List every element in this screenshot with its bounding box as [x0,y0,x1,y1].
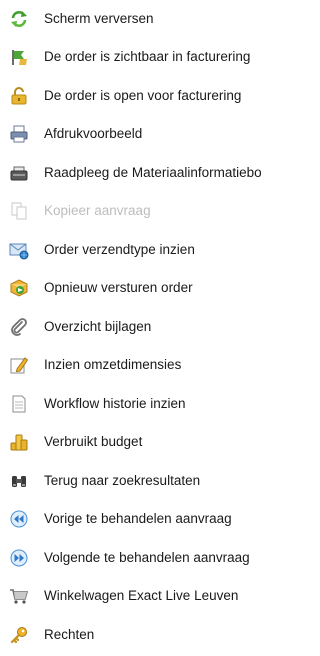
menu-item-previous-request[interactable]: Vorige te behandelen aanvraag [0,500,320,538]
paperclip-icon [9,317,29,337]
menu-item-copy-request[interactable]: Kopieer aanvraag [0,192,320,230]
cart-icon [9,586,29,606]
menu-item-label: Vorige te behandelen aanvraag [44,511,232,526]
copy-icon [9,201,29,221]
menu-item-next-request[interactable]: Volgende te behandelen aanvraag [0,539,320,577]
menu-item-label: Raadpleeg de Materiaalinformatiebo [44,165,262,180]
menu-item-label: Verbruikt budget [44,434,143,449]
menu-item-label: Winkelwagen Exact Live Leuven [44,588,239,603]
menu-item-attachments[interactable]: Overzicht bijlagen [0,308,320,346]
menu-item-label: Opnieuw versturen order [44,280,193,295]
menu-item-label: Scherm verversen [44,11,154,26]
menu-item-used-budget[interactable]: Verbruikt budget [0,423,320,461]
coins-icon [9,432,29,452]
menu-item-permissions[interactable]: Rechten [0,616,320,654]
menu-item-label: Workflow historie inzien [44,396,186,411]
edit-icon [9,355,29,375]
menu-item-label: Terug naar zoekresultaten [44,473,201,488]
menu-item-label: Afdrukvoorbeeld [44,126,143,141]
menu-item-label: Volgende te behandelen aanvraag [44,550,250,565]
package-resend-icon [9,278,29,298]
fax-icon [9,163,29,183]
menu-item-label: Rechten [44,627,95,642]
menu-item-label: De order is open voor facturering [44,88,242,103]
menu-item-label: Inzien omzetdimensies [44,357,182,372]
key-icon [9,625,29,645]
menu-item-visible-in-invoicing[interactable]: De order is zichtbaar in facturering [0,38,320,76]
menu-item-print-preview[interactable]: Afdrukvoorbeeld [0,115,320,153]
menu-item-label: De order is zichtbaar in facturering [44,49,251,64]
menu-item-label: Order verzendtype inzien [44,242,195,257]
menu-item-label: Kopieer aanvraag [44,203,151,218]
menu-item-workflow-history[interactable]: Workflow historie inzien [0,385,320,423]
rewind-icon [9,509,29,529]
refresh-icon [9,9,29,29]
document-icon [9,394,29,414]
mail-globe-icon [9,240,29,260]
context-menu: Scherm verversen De order is zichtbaar i… [0,0,320,656]
lock-open-icon [9,86,29,106]
printer-icon [9,124,29,144]
menu-item-shipping-type[interactable]: Order verzendtype inzien [0,231,320,269]
menu-item-refresh[interactable]: Scherm verversen [0,0,320,38]
menu-item-open-for-invoicing[interactable]: De order is open voor facturering [0,77,320,115]
fast-forward-icon [9,548,29,568]
menu-item-material-info[interactable]: Raadpleeg de Materiaalinformatiebo [0,154,320,192]
menu-item-shopping-cart[interactable]: Winkelwagen Exact Live Leuven [0,577,320,615]
menu-item-label: Overzicht bijlagen [44,319,152,334]
flag-icon [9,47,29,67]
binoculars-icon [9,471,29,491]
menu-item-resend-order[interactable]: Opnieuw versturen order [0,269,320,307]
menu-item-revenue-dimensions[interactable]: Inzien omzetdimensies [0,346,320,384]
menu-item-back-to-results[interactable]: Terug naar zoekresultaten [0,462,320,500]
